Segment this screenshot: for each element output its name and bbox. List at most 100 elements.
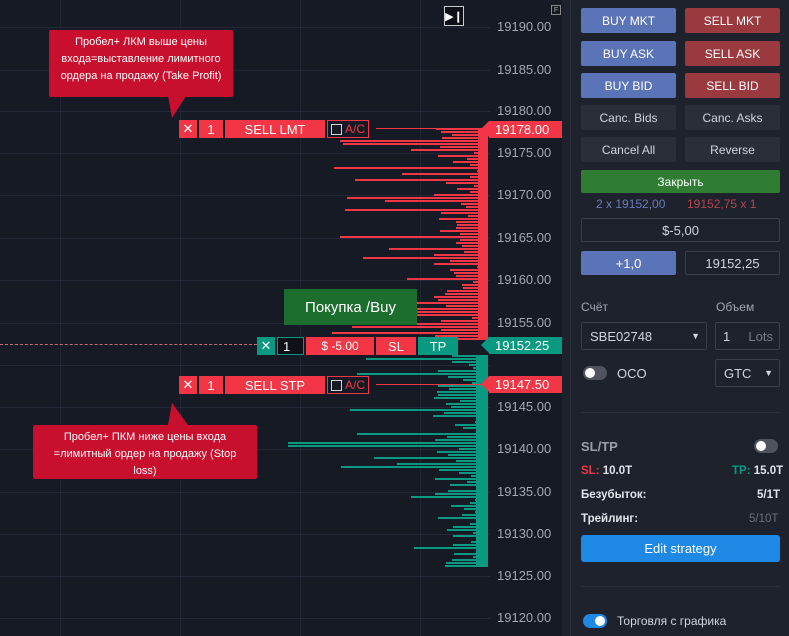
buy-market-button[interactable]: BUY MKT [581, 8, 676, 33]
f-button[interactable]: F [551, 5, 561, 15]
callout-tail [168, 403, 188, 425]
close-icon[interactable]: ✕ [179, 376, 197, 394]
sl-value: 10.0T [602, 465, 633, 477]
position-pnl: $ -5.00 [306, 337, 374, 355]
checkbox-icon[interactable] [331, 123, 342, 135]
cancel-asks-button[interactable]: Canc. Asks [685, 105, 780, 130]
oco-toggle[interactable] [583, 366, 607, 380]
order-label[interactable]: SELL LMT [225, 120, 325, 138]
chart-trading-toggle[interactable] [583, 614, 607, 628]
sell-stop-order[interactable]: ✕ 1 SELL STP A/C [179, 376, 370, 394]
bid-depth-bar [356, 433, 488, 435]
price-axis-label: 19120.00 [497, 610, 552, 625]
ask-quote: 19152,75 x 1 [687, 197, 757, 211]
ask-depth-bar [347, 197, 488, 199]
tp-button[interactable]: TP [418, 337, 458, 355]
sell-limit-order[interactable]: ✕ 1 SELL LMT A/C [179, 120, 370, 138]
cancel-bids-button[interactable]: Canc. Bids [581, 105, 676, 130]
price-axis-label: 19180.00 [497, 103, 552, 118]
ask-depth-bar [362, 257, 488, 259]
caret-down-icon: ▼ [764, 368, 773, 378]
breakeven-label: Безубыток: [581, 489, 647, 501]
close-icon[interactable]: ✕ [179, 120, 197, 138]
entry-price-line [0, 344, 257, 345]
ac-label: A/C [345, 122, 366, 136]
tif-select[interactable]: GTC ▼ [715, 359, 780, 387]
auto-cancel-toggle[interactable]: A/C [327, 120, 370, 138]
gridline [0, 407, 490, 408]
position-row[interactable]: ✕ 1 $ -5.00 SL TP [257, 337, 458, 355]
close-position-icon[interactable]: ✕ [257, 337, 275, 355]
price-axis-label: 19155.00 [497, 315, 552, 330]
breakeven-value: 5/1T [757, 489, 781, 501]
gridline [0, 280, 490, 281]
price-axis-label: 19175.00 [497, 145, 552, 160]
account-value: SBE02748 [590, 328, 653, 344]
gridline [0, 576, 490, 577]
sl-row: SL: 10.0T [581, 465, 632, 477]
sl-button[interactable]: SL [376, 337, 416, 355]
account-label: Счёт [581, 300, 608, 314]
gridline [0, 27, 490, 28]
tp-row: TP: 15.0T [732, 465, 783, 477]
ask-depth-column [478, 128, 488, 340]
tif-value: GTC [724, 365, 752, 381]
gridline [0, 153, 490, 154]
checkbox-icon[interactable] [331, 379, 342, 391]
bid-depth-bar [288, 442, 488, 444]
ask-depth-bar [352, 326, 488, 328]
chart-area[interactable]: ▶❙ F 19190.00 19185.00 19180.00 19175.00… [0, 0, 562, 636]
sell-bid-button[interactable]: SELL BID [685, 73, 780, 98]
bid-depth-bar [349, 409, 488, 411]
volume-unit: Lots [748, 328, 773, 344]
sell-stop-price-tag: 19147.50 [481, 376, 562, 393]
tp-value: 15.0T [753, 465, 784, 477]
auto-cancel-toggle[interactable]: A/C [327, 376, 370, 394]
order-qty[interactable]: 1 [199, 120, 223, 138]
ask-depth-bar [339, 236, 488, 238]
volume-input[interactable]: 1 Lots [715, 322, 780, 350]
sltp-toggle[interactable] [754, 439, 778, 453]
play-next-icon[interactable]: ▶❙ [444, 6, 464, 26]
trailing-label: Трейлинг: [581, 513, 639, 525]
volume-value: 1 [723, 328, 731, 344]
pnl-display: $-5,00 [581, 218, 780, 242]
buy-ask-button[interactable]: BUY ASK [581, 41, 676, 66]
bid-depth-bar [365, 358, 488, 360]
reverse-button[interactable]: Reverse [685, 137, 780, 162]
close-position-button[interactable]: Закрыть [581, 170, 780, 193]
ask-depth-bar [342, 143, 488, 145]
ask-depth-bar [354, 179, 488, 181]
sell-market-button[interactable]: SELL MKT [685, 8, 780, 33]
chart-trading-label: Торговля с графика [617, 614, 727, 628]
order-qty[interactable]: 1 [199, 376, 223, 394]
sltp-title: SL/TP [581, 439, 618, 454]
edit-strategy-button[interactable]: Edit strategy [581, 535, 780, 562]
price-axis-label: 19190.00 [497, 19, 552, 34]
bid-depth-bar [397, 463, 488, 465]
price-input[interactable]: 19152,25 [685, 251, 780, 275]
bid-depth-bar [374, 457, 488, 459]
price-axis-label: 19145.00 [497, 399, 552, 414]
bid-depth-bar [340, 466, 488, 468]
ask-depth-bar [401, 173, 488, 175]
sell-ask-button[interactable]: SELL ASK [685, 41, 780, 66]
price-axis-label: 19185.00 [497, 62, 552, 77]
ask-depth-bar [405, 314, 488, 316]
price-axis-label: 19135.00 [497, 484, 552, 499]
gridline [0, 111, 490, 112]
cancel-all-button[interactable]: Cancel All [581, 137, 676, 162]
price-axis-label: 19130.00 [497, 526, 552, 541]
gridline [0, 534, 490, 535]
sl-label: SL: [581, 465, 600, 477]
price-axis-label: 19160.00 [497, 272, 552, 287]
order-label[interactable]: SELL STP [225, 376, 325, 394]
account-select[interactable]: SBE02748 ▼ [581, 322, 707, 350]
trading-panel: BUY MKT SELL MKT BUY ASK SELL ASK BUY BI… [570, 0, 789, 636]
price-axis-label: 19170.00 [497, 187, 552, 202]
qty-step-button[interactable]: +1,0 [581, 251, 676, 275]
position-price-tag: 19152.25 [481, 337, 562, 354]
divider [581, 412, 780, 413]
buy-bid-button[interactable]: BUY BID [581, 73, 676, 98]
gridline [0, 195, 490, 196]
